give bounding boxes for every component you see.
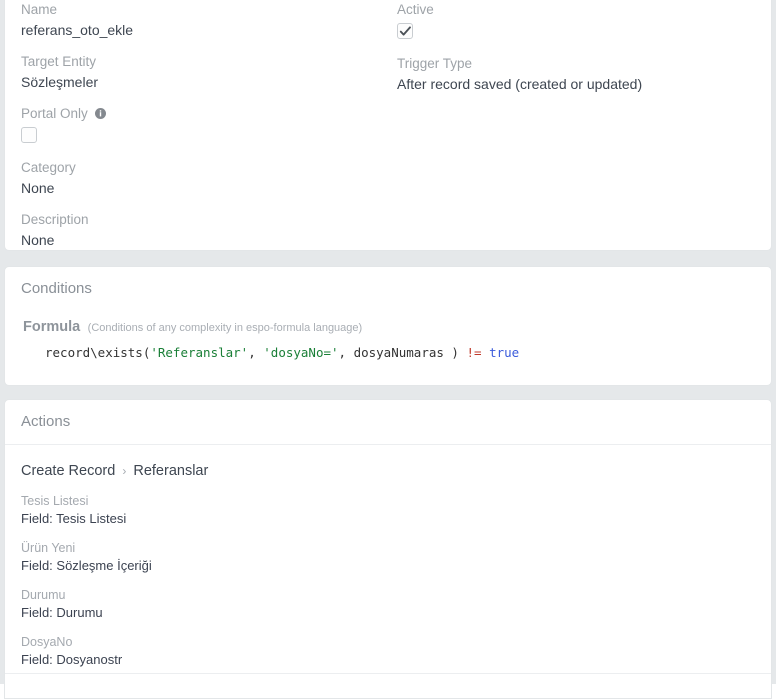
- action-item-header[interactable]: Create Record › Referanslar: [21, 461, 755, 481]
- action-field: Durumu Field: Durumu: [21, 587, 755, 622]
- field-portal-only: Portal Only: [21, 105, 381, 143]
- action-field-label: DosyaNo: [21, 634, 755, 650]
- actions-panel-title: Actions: [5, 400, 771, 432]
- actions-panel: Actions Create Record › Referanslar Tesi…: [4, 399, 772, 699]
- code-token: ,: [248, 345, 263, 360]
- detail-left-column: Name referans_oto_ekle Target Entity Söz…: [21, 1, 381, 263]
- field-portal-only-label-text: Portal Only: [21, 106, 88, 121]
- formula-label: Formula: [23, 319, 80, 335]
- field-category: Category None: [21, 159, 381, 198]
- field-trigger-type-value: After record saved (created or updated): [397, 74, 757, 94]
- code-token: 'dosyaNo=': [263, 345, 338, 360]
- action-field-value: Field: Sözleşme İçeriği: [21, 557, 755, 575]
- action-field-value: Field: Dosyanostr: [21, 651, 755, 669]
- conditions-panel: Conditions Formula (Conditions of any co…: [4, 266, 772, 386]
- field-active-label: Active: [397, 1, 757, 18]
- action-field: Tesis Listesi Field: Tesis Listesi: [21, 493, 755, 528]
- action-field-label: Ürün Yeni: [21, 540, 755, 556]
- detail-panel: Name referans_oto_ekle Target Entity Söz…: [4, 0, 772, 251]
- field-target-entity: Target Entity Sözleşmeler: [21, 53, 381, 92]
- conditions-panel-title: Conditions: [5, 267, 771, 299]
- actions-list: Create Record › Referanslar Tesis Listes…: [5, 445, 771, 669]
- action-field-label: Durumu: [21, 587, 755, 603]
- action-field: Ürün Yeni Field: Sözleşme İçeriği: [21, 540, 755, 575]
- field-name-value: referans_oto_ekle: [21, 20, 381, 40]
- code-token: 'Referanslar': [150, 345, 248, 360]
- action-field-value: Field: Tesis Listesi: [21, 510, 755, 528]
- code-token: , dosyaNumaras ): [339, 345, 467, 360]
- field-category-label: Category: [21, 159, 381, 176]
- code-token: true: [489, 345, 519, 360]
- field-name-label: Name: [21, 1, 381, 18]
- field-trigger-type: Trigger Type After record saved (created…: [397, 55, 757, 94]
- field-target-entity-label: Target Entity: [21, 53, 381, 70]
- action-field-label: Tesis Listesi: [21, 493, 755, 509]
- actions-footer-divider: [5, 673, 771, 674]
- detail-right-column: Active Trigger Type After record saved (…: [397, 1, 757, 107]
- field-description-label: Description: [21, 211, 381, 228]
- record-detail-page: Name referans_oto_ekle Target Entity Söz…: [0, 0, 776, 684]
- info-icon[interactable]: [95, 106, 106, 117]
- action-field: DosyaNo Field: Dosyanostr: [21, 634, 755, 669]
- formula-sublabel: (Conditions of any complexity in espo-fo…: [88, 322, 363, 334]
- formula-header: Formula (Conditions of any complexity in…: [23, 319, 755, 336]
- field-active: Active: [397, 1, 757, 39]
- code-token: [482, 345, 490, 360]
- field-trigger-type-label: Trigger Type: [397, 55, 757, 72]
- action-target-label: Referanslar: [133, 463, 208, 479]
- field-description-value: None: [21, 230, 381, 250]
- active-checkbox[interactable]: [397, 23, 413, 39]
- formula-block: Formula (Conditions of any complexity in…: [5, 299, 771, 362]
- field-category-value: None: [21, 178, 381, 198]
- formula-code[interactable]: record\exists('Referanslar', 'dosyaNo=',…: [23, 344, 755, 362]
- code-token: !=: [466, 345, 481, 360]
- field-name: Name referans_oto_ekle: [21, 1, 381, 40]
- code-token: record\exists(: [45, 345, 150, 360]
- portal-only-checkbox[interactable]: [21, 127, 37, 143]
- checkmark-icon: [399, 25, 412, 38]
- field-target-entity-value[interactable]: Sözleşmeler: [21, 72, 381, 92]
- action-item: Create Record › Referanslar Tesis Listes…: [21, 461, 755, 669]
- field-portal-only-label: Portal Only: [21, 105, 381, 122]
- chevron-right-icon: ›: [122, 464, 126, 478]
- field-description: Description None: [21, 211, 381, 250]
- action-field-value: Field: Durumu: [21, 604, 755, 622]
- action-type-label: Create Record: [21, 463, 115, 479]
